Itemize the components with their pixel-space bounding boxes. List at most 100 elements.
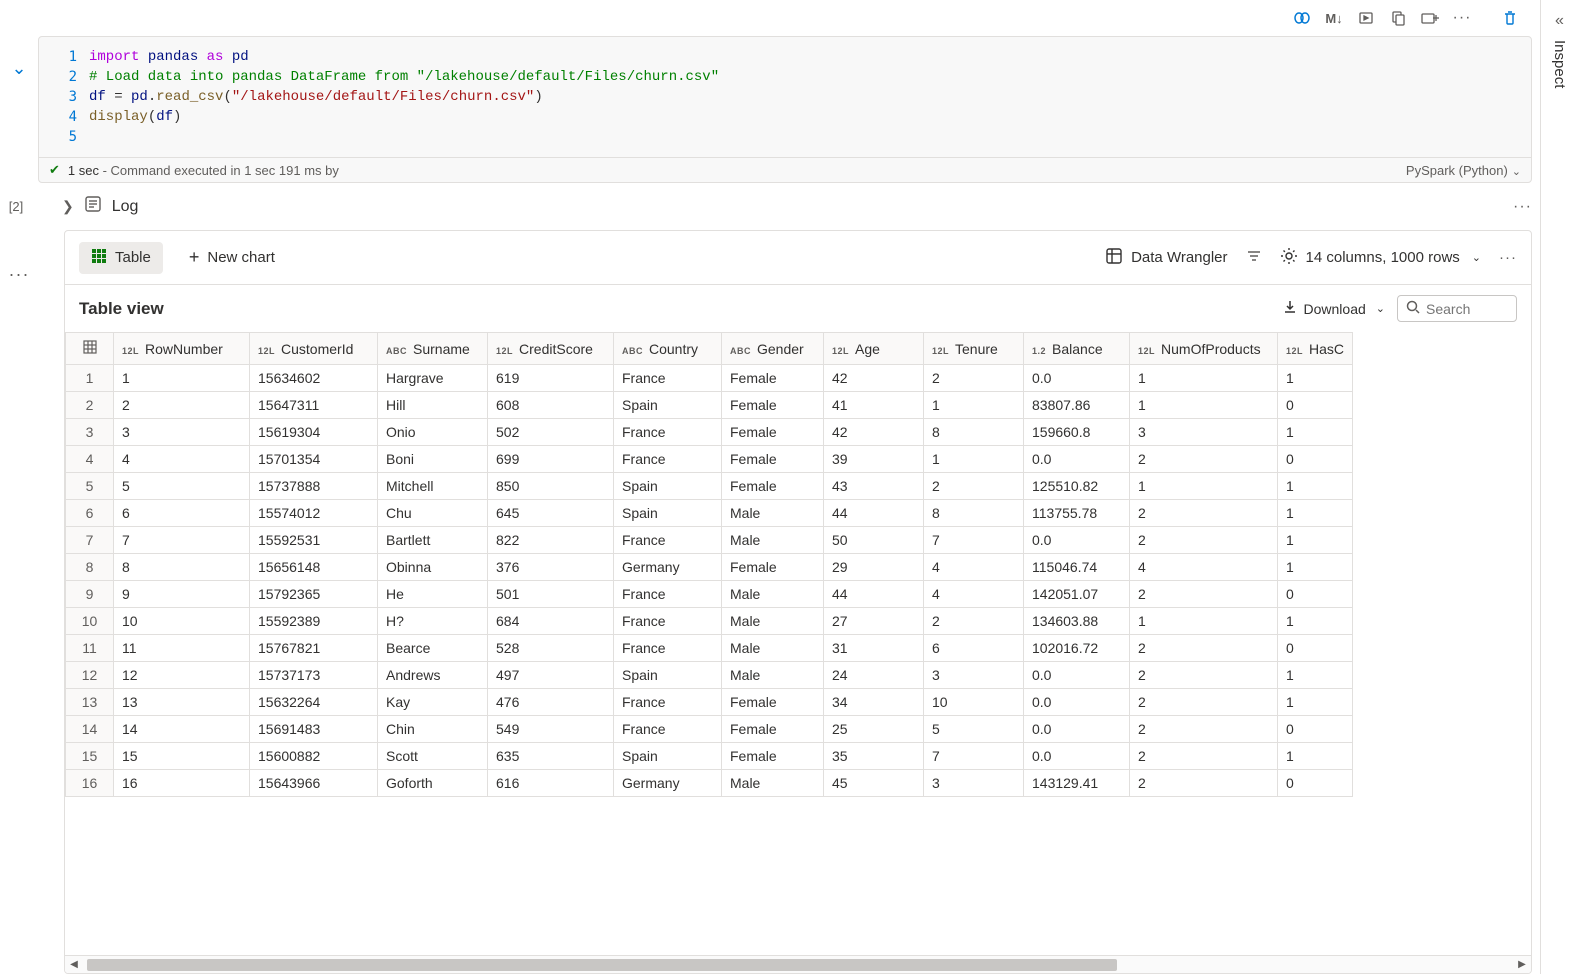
cell-Gender[interactable]: Male [722,608,824,635]
cell-Tenure[interactable]: 7 [924,527,1024,554]
cell-CreditScore[interactable]: 608 [488,392,614,419]
cell-Country[interactable]: France [614,716,722,743]
cell-Age[interactable]: 44 [824,581,924,608]
cell-Country[interactable]: Spain [614,662,722,689]
cell-Country[interactable]: Spain [614,473,722,500]
cell-CustomerId[interactable]: 15592531 [250,527,378,554]
cell-Surname[interactable]: Scott [378,743,488,770]
cell-Surname[interactable]: Obinna [378,554,488,581]
cell-Balance[interactable]: 0.0 [1024,689,1130,716]
table-row[interactable]: 8815656148Obinna376GermanyFemale29411504… [66,554,1353,581]
columns-rows-info[interactable]: 14 columns, 1000 rows ⌄ [1280,247,1481,269]
cell-Surname[interactable]: Bearce [378,635,488,662]
log-more-button[interactable]: ··· [1513,198,1532,216]
cell-RowNumber[interactable]: 16 [114,770,250,797]
cell-Age[interactable]: 44 [824,500,924,527]
cell-CreditScore[interactable]: 528 [488,635,614,662]
column-header-Country[interactable]: ABCCountry [614,333,722,365]
cell-Country[interactable]: France [614,527,722,554]
cell-Tenure[interactable]: 7 [924,743,1024,770]
cell-Gender[interactable]: Female [722,473,824,500]
cell-Tenure[interactable]: 2 [924,365,1024,392]
scroll-left-arrow[interactable]: ◀ [65,959,83,970]
cell-CreditScore[interactable]: 619 [488,365,614,392]
table-row[interactable]: 4415701354Boni699FranceFemale3910.020 [66,446,1353,473]
cell-CustomerId[interactable]: 15619304 [250,419,378,446]
cell-Tenure[interactable]: 1 [924,446,1024,473]
cell-RowNumber[interactable]: 13 [114,689,250,716]
cell-CustomerId[interactable]: 15767821 [250,635,378,662]
cell-Country[interactable]: France [614,365,722,392]
cell-CreditScore[interactable]: 476 [488,689,614,716]
table-row[interactable]: 161615643966Goforth616GermanyMale4531431… [66,770,1353,797]
cell-CreditScore[interactable]: 635 [488,743,614,770]
table-row[interactable]: 111115767821Bearce528FranceMale316102016… [66,635,1353,662]
cell-Gender[interactable]: Male [722,662,824,689]
cell-Tenure[interactable]: 10 [924,689,1024,716]
cell-Age[interactable]: 25 [824,716,924,743]
cell-Balance[interactable]: 113755.78 [1024,500,1130,527]
cell-HasC[interactable]: 0 [1278,446,1353,473]
cell-Tenure[interactable]: 4 [924,581,1024,608]
search-box[interactable] [1397,295,1517,322]
cell-NumOfProducts[interactable]: 1 [1130,608,1278,635]
cell-NumOfProducts[interactable]: 2 [1130,581,1278,608]
cell-Balance[interactable]: 125510.82 [1024,473,1130,500]
cell-CreditScore[interactable]: 699 [488,446,614,473]
cell-NumOfProducts[interactable]: 2 [1130,500,1278,527]
cell-Balance[interactable]: 83807.86 [1024,392,1130,419]
data-wrangler-button[interactable]: Data Wrangler [1105,247,1227,269]
cell-Gender[interactable]: Female [722,554,824,581]
cell-Gender[interactable]: Female [722,716,824,743]
cell-CustomerId[interactable]: 15632264 [250,689,378,716]
cell-Tenure[interactable]: 3 [924,770,1024,797]
cell-Tenure[interactable]: 8 [924,500,1024,527]
cell-HasC[interactable]: 1 [1278,689,1353,716]
cell-Age[interactable]: 34 [824,689,924,716]
more-options-button[interactable]: ··· [1448,4,1476,32]
cell-Balance[interactable]: 0.0 [1024,365,1130,392]
search-input[interactable] [1426,301,1496,317]
cell-CreditScore[interactable]: 850 [488,473,614,500]
cell-Country[interactable]: Spain [614,392,722,419]
cell-Balance[interactable]: 134603.88 [1024,608,1130,635]
cell-Country[interactable]: France [614,608,722,635]
cell-Age[interactable]: 41 [824,392,924,419]
cell-Balance[interactable]: 0.0 [1024,446,1130,473]
cell-CustomerId[interactable]: 15600882 [250,743,378,770]
cell-NumOfProducts[interactable]: 2 [1130,689,1278,716]
row-index-header[interactable] [66,333,114,365]
cell-HasC[interactable]: 1 [1278,527,1353,554]
cell-HasC[interactable]: 1 [1278,473,1353,500]
cell-Surname[interactable]: Boni [378,446,488,473]
cell-Country[interactable]: France [614,419,722,446]
cell-CreditScore[interactable]: 549 [488,716,614,743]
cell-RowNumber[interactable]: 10 [114,608,250,635]
cell-RowNumber[interactable]: 5 [114,473,250,500]
table-row[interactable]: 6615574012Chu645SpainMale448113755.7821 [66,500,1353,527]
cell-CustomerId[interactable]: 15792365 [250,581,378,608]
cell-collapse-chevron[interactable]: ⌄ [11,58,26,79]
cell-CreditScore[interactable]: 502 [488,419,614,446]
markdown-button[interactable]: M↓ [1320,4,1348,32]
cell-Age[interactable]: 39 [824,446,924,473]
cell-HasC[interactable]: 0 [1278,581,1353,608]
cell-NumOfProducts[interactable]: 2 [1130,635,1278,662]
table-row[interactable]: 5515737888Mitchell850SpainFemale43212551… [66,473,1353,500]
cell-CustomerId[interactable]: 15592389 [250,608,378,635]
cell-Age[interactable]: 50 [824,527,924,554]
column-header-RowNumber[interactable]: 12LRowNumber [114,333,250,365]
cell-HasC[interactable]: 1 [1278,419,1353,446]
cell-CustomerId[interactable]: 15643966 [250,770,378,797]
cell-Country[interactable]: Spain [614,500,722,527]
column-header-HasC[interactable]: 12LHasC [1278,333,1353,365]
cell-Tenure[interactable]: 1 [924,392,1024,419]
table-tab[interactable]: Table [79,242,163,274]
cell-Gender[interactable]: Female [722,689,824,716]
cell-RowNumber[interactable]: 11 [114,635,250,662]
cell-CustomerId[interactable]: 15691483 [250,716,378,743]
cell-Balance[interactable]: 0.0 [1024,662,1130,689]
table-row[interactable]: 7715592531Bartlett822FranceMale5070.021 [66,527,1353,554]
cell-RowNumber[interactable]: 14 [114,716,250,743]
cell-Balance[interactable]: 0.0 [1024,716,1130,743]
